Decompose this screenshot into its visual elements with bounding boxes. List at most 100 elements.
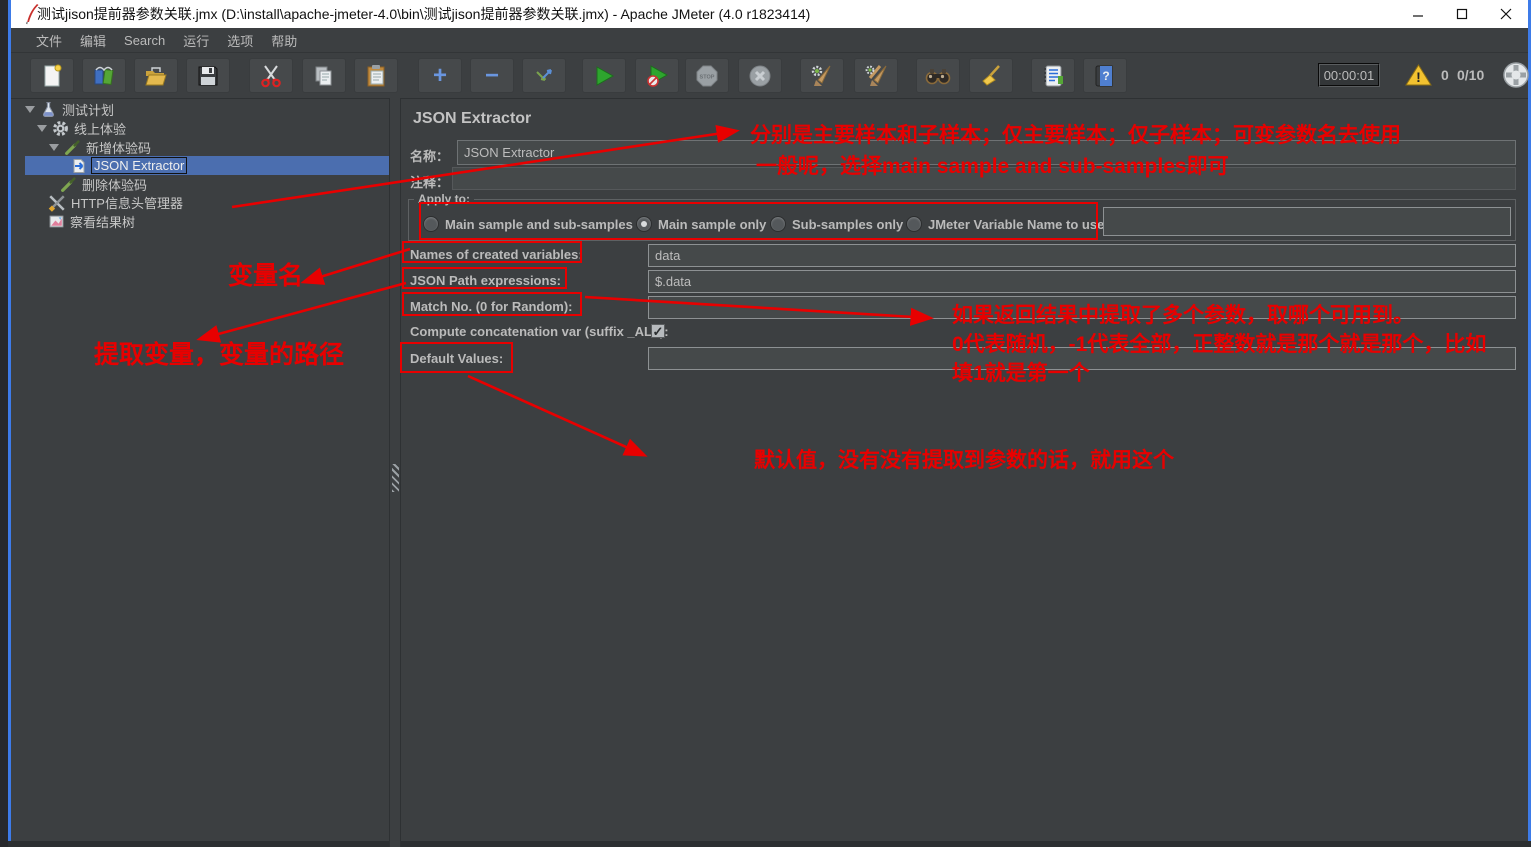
start-icon (596, 65, 615, 86)
open-folder-icon (145, 66, 167, 85)
help-icon: ? (1095, 65, 1113, 86)
tree-item-http-request-add[interactable]: 新增体验码 (49, 138, 151, 157)
shutdown-icon (749, 65, 771, 86)
function-helper-icon (1044, 65, 1063, 86)
annotation-match-note-2: 0代表随机，-1代表全部，正整数就是那个就是那个，比如 (952, 333, 1487, 356)
svg-text:STOP: STOP (700, 74, 715, 80)
clean-broom-icon (982, 64, 1000, 86)
save-button[interactable] (186, 58, 230, 93)
open-file-button[interactable] (134, 58, 178, 93)
menu-edit[interactable]: 编辑 (71, 28, 115, 53)
new-file-button[interactable] (30, 58, 74, 93)
title-bar: 测试jison提前器参数关联.jmx (D:\install\apache-jm… (11, 0, 1528, 28)
tree-item-thread-group[interactable]: 线上体验 (37, 119, 126, 138)
copy-button[interactable] (302, 58, 346, 93)
annotation-extract-path: 提取变量，变量的路径 (94, 341, 345, 369)
test-plan-tree: 测试计划 线上体验 新增体验码 JSON Extractor 删除体验码 HTT… (11, 98, 400, 847)
error-count: 0 (1441, 67, 1449, 83)
comment-label: 注释： (410, 175, 450, 190)
templates-button[interactable] (82, 58, 126, 93)
minus-icon: − (484, 61, 499, 89)
function-helper-button[interactable] (1031, 58, 1075, 93)
annotation-box-names-label (402, 241, 582, 263)
close-button[interactable] (1484, 0, 1528, 28)
menu-run[interactable]: 运行 (174, 28, 218, 53)
save-icon (198, 66, 218, 85)
tree-item-json-extractor[interactable]: JSON Extractor (25, 156, 400, 175)
background-window-sliver (0, 0, 8, 847)
clear-gear-broom-icon (811, 65, 831, 86)
svg-text:!: ! (1416, 69, 1421, 85)
header-manager-icon (48, 194, 65, 212)
stop-button[interactable]: STOP (685, 58, 729, 93)
annotation-match-note-1: 如果返回结果中提取了多个参数，取哪个可用到。 (952, 304, 1414, 327)
expand-collapse-icon[interactable] (49, 144, 59, 151)
http-sampler-icon (65, 140, 80, 155)
shutdown-button[interactable] (738, 58, 782, 93)
window-title: 测试jison提前器参数关联.jmx (D:\install\apache-jm… (37, 6, 811, 22)
jmeter-window: 测试jison提前器参数关联.jmx (D:\install\apache-jm… (0, 0, 1531, 847)
http-sampler-icon (61, 177, 76, 192)
new-file-icon (44, 64, 62, 86)
start-button[interactable] (582, 58, 626, 93)
menu-bar: 文件 编辑 Search 运行 选项 帮助 (11, 28, 1528, 53)
thread-group-icon (53, 121, 68, 136)
add-button[interactable]: + (418, 58, 462, 93)
name-label: 名称： (410, 149, 450, 164)
menu-file[interactable]: 文件 (27, 28, 71, 53)
view-results-tree-icon (49, 215, 64, 228)
annotation-match-note-3: 填1就是第一个 (952, 362, 1090, 385)
annotation-apply-note-2: 一般呢，选择main sample and sub-samples即可 (756, 155, 1229, 178)
search-reset-button[interactable] (969, 58, 1013, 93)
clear-button[interactable] (800, 58, 844, 93)
maximize-button[interactable] (1440, 0, 1484, 28)
annotation-box-apply-to (419, 202, 1098, 240)
binoculars-icon (925, 68, 951, 84)
search-button[interactable] (916, 58, 960, 93)
tree-item-header-manager[interactable]: HTTP信息头管理器 (48, 193, 183, 212)
annotation-box-jsonpath-label (402, 267, 567, 289)
warning-indicator-icon[interactable]: ! (1405, 63, 1432, 92)
help-button[interactable]: ? (1083, 58, 1127, 93)
expand-collapse-icon[interactable] (25, 106, 35, 113)
menu-help[interactable]: 帮助 (262, 28, 306, 53)
jmeter-feather-icon (24, 3, 42, 30)
annotation-apply-note-1: 分别是主要样本和子样本；仅主要样本；仅子样本；可变参数名去使用 (750, 124, 1401, 147)
annotation-box-matchno-label (402, 292, 582, 316)
divider-handle[interactable] (392, 464, 399, 492)
cut-button[interactable] (249, 58, 293, 93)
cut-icon (261, 64, 281, 87)
annotation-box-default-label (400, 342, 513, 373)
menu-options[interactable]: 选项 (218, 28, 262, 53)
stop-icon: STOP (696, 65, 718, 86)
start-no-pauses-button[interactable] (635, 58, 679, 93)
names-of-variables-input[interactable] (648, 244, 1516, 267)
thread-count: 0/10 (1457, 67, 1485, 83)
menu-search[interactable]: Search (115, 30, 174, 51)
minimize-button[interactable] (1396, 0, 1440, 28)
paste-button[interactable] (354, 58, 398, 93)
toolbar: + − STOP ? 00:00:01 ! 0 0/10 (11, 53, 1529, 99)
svg-text:?: ? (1102, 69, 1109, 83)
compute-concat-checkbox[interactable]: ✓ (651, 324, 665, 338)
json-path-expressions-input[interactable] (648, 270, 1516, 293)
toggle-arrows-icon (536, 68, 552, 81)
remove-button[interactable]: − (470, 58, 514, 93)
test-timer: 00:00:01 (1318, 63, 1380, 87)
json-extractor-icon (73, 158, 85, 173)
test-plan-icon (42, 102, 55, 117)
tree-item-view-results-tree[interactable]: 察看结果树 (48, 212, 135, 231)
page-title: JSON Extractor (413, 110, 532, 127)
annotation-variable-name: 变量名 (228, 262, 304, 290)
annotation-default-note: 默认值，没有没有提取到参数的话，就用这个 (754, 449, 1174, 472)
clear-all-button[interactable] (854, 58, 898, 93)
expand-collapse-icon[interactable] (37, 125, 47, 132)
templates-icon (94, 66, 114, 85)
tree-item-test-plan[interactable]: 测试计划 (25, 100, 114, 119)
toggle-button[interactable] (522, 58, 566, 93)
jmeter-variable-name-input[interactable] (1103, 207, 1511, 236)
paste-icon (367, 64, 385, 86)
compute-concat-label: Compute concatenation var (suffix _ALL): (410, 324, 669, 339)
tree-item-http-request-delete[interactable]: 删除体验码 (60, 175, 147, 194)
clear-all-icon (865, 64, 887, 86)
